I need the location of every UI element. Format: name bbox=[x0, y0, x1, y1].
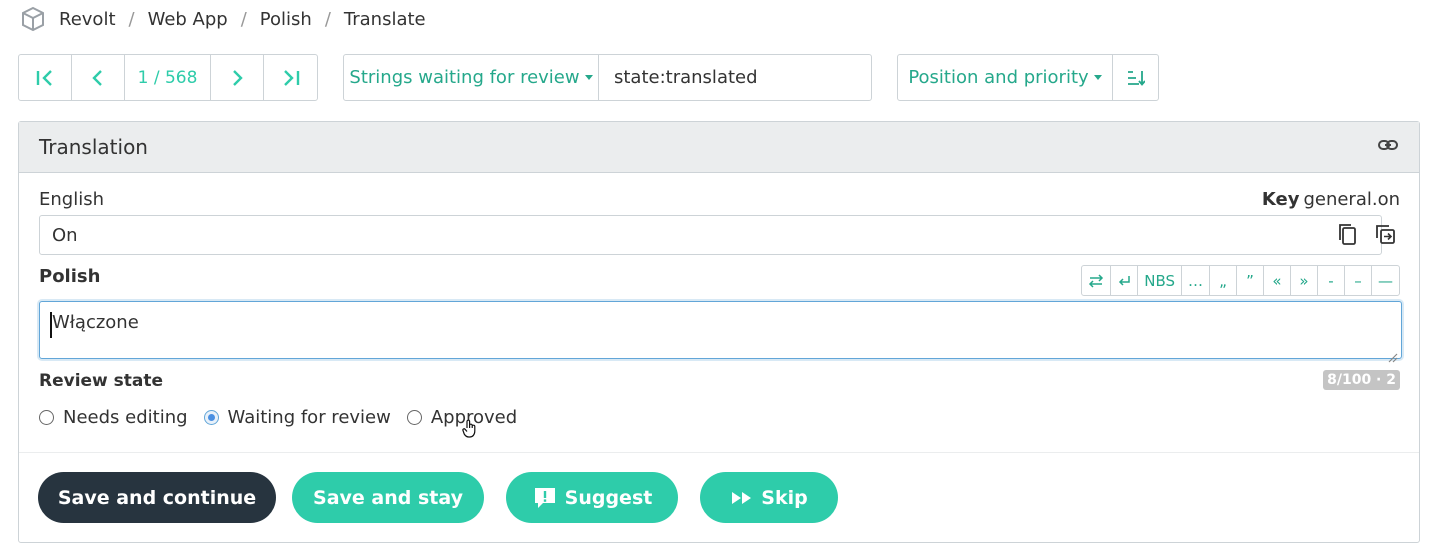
insert-low-quote-button[interactable]: „ bbox=[1210, 266, 1237, 295]
search-bar: Strings waiting for review bbox=[343, 54, 872, 101]
review-state-options: Needs editing Waiting for review Approve… bbox=[39, 407, 533, 428]
save-and-continue-button[interactable]: Save and continue bbox=[38, 472, 276, 523]
string-key: Key general.on bbox=[1262, 189, 1400, 210]
breadcrumb-separator: / bbox=[240, 8, 247, 30]
breadcrumb-separator: / bbox=[324, 8, 331, 30]
caret-down-icon bbox=[1093, 75, 1102, 80]
button-label: Save and continue bbox=[57, 486, 257, 509]
button-label: Suggest bbox=[564, 486, 653, 509]
insert-tab-button[interactable] bbox=[1082, 266, 1112, 295]
breadcrumb-language[interactable]: Polish bbox=[260, 9, 312, 30]
link-icon[interactable] bbox=[1377, 134, 1399, 160]
insert-ellipsis-button[interactable]: … bbox=[1182, 266, 1210, 295]
breadcrumb-translate[interactable]: Translate bbox=[344, 9, 426, 30]
text-cursor bbox=[50, 312, 52, 338]
sort-direction-button[interactable] bbox=[1113, 55, 1158, 100]
special-characters-toolbar: NBS … „ ” « » - – — bbox=[1081, 265, 1400, 296]
filter-dropdown[interactable]: Strings waiting for review bbox=[344, 55, 599, 100]
sort-label: Position and priority bbox=[908, 67, 1089, 88]
source-string: On bbox=[39, 215, 1382, 255]
clone-source-icon[interactable] bbox=[1373, 222, 1397, 246]
suggest-button[interactable]: Suggest bbox=[506, 472, 678, 523]
radio-button[interactable] bbox=[39, 410, 54, 425]
hand-pointer-cursor-icon bbox=[461, 419, 479, 439]
fast-forward-icon bbox=[730, 490, 754, 506]
string-position: 1 / 568 bbox=[125, 55, 211, 100]
translation-input[interactable]: Włączone bbox=[39, 301, 1402, 359]
radio-needs-editing[interactable]: Needs editing bbox=[39, 407, 188, 428]
first-page-icon bbox=[36, 69, 52, 86]
button-label: Save and stay bbox=[313, 486, 463, 509]
chevron-right-icon bbox=[233, 69, 243, 86]
panel-header: Translation bbox=[19, 122, 1419, 173]
comment-alert-icon bbox=[532, 485, 558, 511]
radio-label: Needs editing bbox=[63, 407, 188, 428]
resize-grip-icon[interactable] bbox=[1388, 348, 1398, 363]
review-state-label: Review state bbox=[39, 371, 164, 391]
insert-nbsp-button[interactable]: NBS bbox=[1138, 266, 1182, 295]
length-counter-badge: 8/100 · 2 bbox=[1323, 370, 1400, 390]
last-page-icon bbox=[283, 69, 299, 86]
panel-title: Translation bbox=[39, 135, 148, 159]
insert-hyphen-button[interactable]: - bbox=[1318, 266, 1345, 295]
filter-label: Strings waiting for review bbox=[349, 67, 580, 88]
breadcrumb: Revolt / Web App / Polish / Translate bbox=[20, 6, 426, 32]
copy-icon[interactable] bbox=[1336, 222, 1360, 246]
return-icon bbox=[1119, 275, 1130, 286]
sort-ascending-icon bbox=[1127, 70, 1145, 86]
insert-em-dash-button[interactable]: — bbox=[1372, 266, 1399, 295]
caret-down-icon bbox=[584, 75, 593, 80]
next-string-button[interactable] bbox=[211, 55, 264, 100]
radio-waiting-for-review[interactable]: Waiting for review bbox=[203, 407, 391, 428]
first-string-button[interactable] bbox=[19, 55, 72, 100]
sort-control: Position and priority bbox=[897, 54, 1159, 101]
last-string-button[interactable] bbox=[264, 55, 317, 100]
insert-left-guillemet-button[interactable]: « bbox=[1264, 266, 1291, 295]
key-label: Key bbox=[1261, 189, 1300, 210]
radio-button-selected[interactable] bbox=[203, 410, 219, 425]
sort-dropdown[interactable]: Position and priority bbox=[898, 55, 1113, 100]
key-value: general.on bbox=[1303, 189, 1400, 210]
previous-string-button[interactable] bbox=[72, 55, 125, 100]
radio-button[interactable] bbox=[406, 410, 422, 425]
radio-label: Waiting for review bbox=[227, 407, 391, 428]
search-query-input[interactable] bbox=[599, 55, 871, 100]
insert-newline-button[interactable] bbox=[1111, 266, 1139, 295]
insert-right-guillemet-button[interactable]: » bbox=[1291, 266, 1318, 295]
insert-high-quote-button[interactable]: ” bbox=[1237, 266, 1264, 295]
target-language-label: Polish bbox=[39, 266, 101, 287]
breadcrumb-component[interactable]: Web App bbox=[148, 9, 228, 30]
string-pager: 1 / 568 bbox=[18, 54, 318, 101]
skip-button[interactable]: Skip bbox=[700, 472, 838, 523]
source-language-label: English bbox=[39, 189, 104, 210]
breadcrumb-project[interactable]: Revolt bbox=[59, 9, 116, 30]
actions-divider bbox=[19, 452, 1419, 453]
project-icon bbox=[20, 6, 46, 32]
save-and-stay-button[interactable]: Save and stay bbox=[292, 472, 484, 523]
breadcrumb-separator: / bbox=[128, 8, 135, 30]
tab-icon bbox=[1089, 273, 1104, 288]
translation-panel: Translation English Key general.on On Pol… bbox=[18, 121, 1420, 543]
insert-en-dash-button[interactable]: – bbox=[1345, 266, 1372, 295]
button-label: Skip bbox=[761, 486, 808, 509]
chevron-left-icon bbox=[92, 69, 102, 86]
